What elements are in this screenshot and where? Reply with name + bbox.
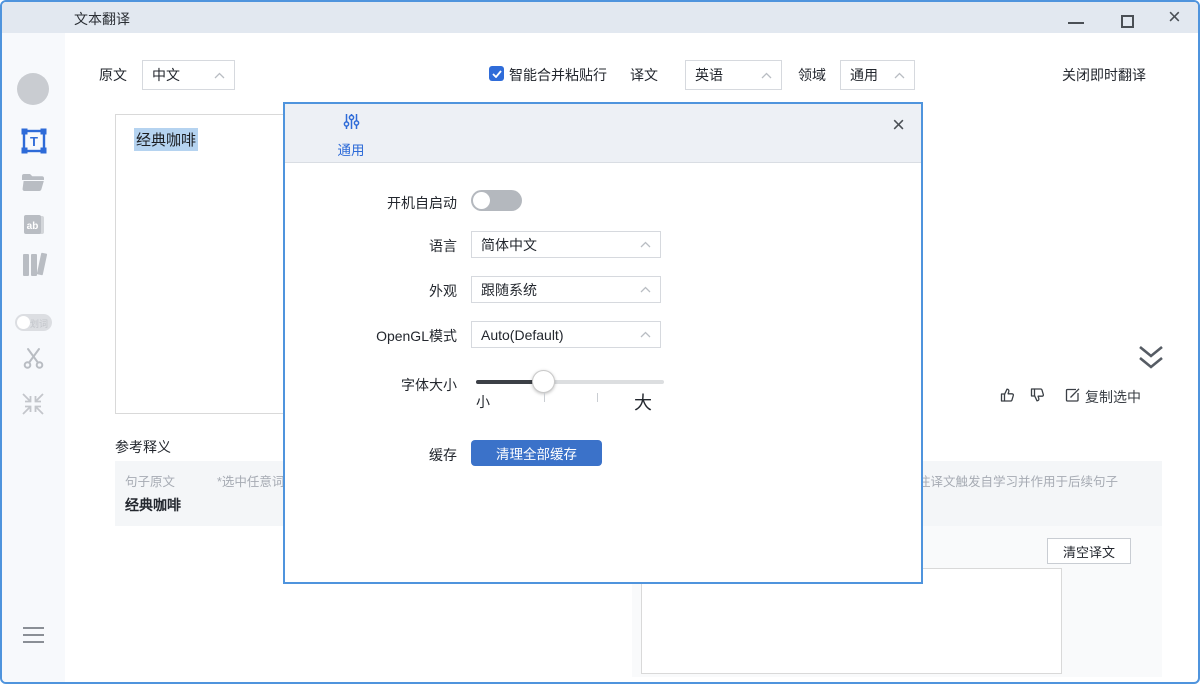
menu-icon[interactable] <box>21 625 46 645</box>
chevron-up-icon <box>640 286 651 293</box>
svg-text:T: T <box>30 134 38 149</box>
appearance-value: 跟随系统 <box>481 280 537 300</box>
language-label: 语言 <box>285 236 457 256</box>
domain-label: 领域 <box>798 65 826 85</box>
tab-general-label: 通用 <box>319 139 383 159</box>
language-value: 简体中文 <box>481 235 537 255</box>
cache-label: 缓存 <box>285 445 457 465</box>
autostart-toggle[interactable] <box>471 190 522 211</box>
slider-tick <box>597 393 598 402</box>
domain-value: 通用 <box>850 65 878 85</box>
scissors-icon[interactable] <box>21 346 46 371</box>
check-icon <box>492 70 502 78</box>
dictionary-icon[interactable]: ab <box>21 212 47 238</box>
source-lang-value: 中文 <box>152 65 180 85</box>
folder-icon[interactable] <box>20 170 46 194</box>
column-sentence-source: 句子原文 <box>125 471 175 490</box>
merge-paste-checkbox[interactable] <box>489 66 504 81</box>
fontsize-slider-fill <box>476 380 536 384</box>
chevron-up-icon <box>640 331 651 338</box>
clear-translation-button[interactable]: 清空译文 <box>1047 538 1131 564</box>
svg-text:ab: ab <box>27 221 39 232</box>
slider-tick <box>544 393 545 402</box>
dialog-close-icon[interactable]: × <box>892 112 905 138</box>
word-lookup-toggle-label: 划词 <box>30 317 48 330</box>
fontsize-label: 字体大小 <box>285 375 457 395</box>
source-lang-dropdown[interactable]: 中文 <box>142 60 235 90</box>
chevron-up-icon <box>214 72 225 79</box>
maximize-icon[interactable] <box>1121 15 1134 28</box>
autostart-label: 开机自启动 <box>285 193 457 213</box>
target-lang-value: 英语 <box>695 65 723 85</box>
source-lang-label: 原文 <box>99 65 127 85</box>
word-lookup-toggle[interactable]: 划词 <box>15 314 52 331</box>
opengl-mode-dropdown[interactable]: Auto(Default) <box>471 321 661 348</box>
app-window: 文本翻译 × T ab 划词 <box>0 0 1200 684</box>
opengl-mode-label: OpenGL模式 <box>285 326 457 346</box>
fontsize-min-label: 小 <box>476 392 490 412</box>
tab-general[interactable]: 通用 <box>319 112 383 159</box>
target-lang-label: 译文 <box>630 65 658 85</box>
source-text-selected[interactable]: 经典咖啡 <box>134 128 198 151</box>
toggle-knob <box>17 316 30 329</box>
expand-double-chevron-icon[interactable] <box>1136 344 1166 372</box>
library-icon[interactable] <box>20 251 48 279</box>
opengl-mode-value: Auto(Default) <box>481 327 563 343</box>
thumbs-down-icon[interactable] <box>1029 386 1047 404</box>
fontsize-max-label: 大 <box>634 389 652 415</box>
collapse-icon[interactable] <box>20 391 46 417</box>
hint-self-learning: 注译文触发自学习并作用于后续句子 <box>918 471 1118 490</box>
chevron-up-icon <box>640 241 651 248</box>
reference-row-text[interactable]: 经典咖啡 <box>125 495 181 515</box>
close-icon[interactable]: × <box>1168 4 1181 30</box>
language-dropdown[interactable]: 简体中文 <box>471 231 661 258</box>
settings-dialog: 通用 × 开机自启动 语言 简体中文 外观 跟随系统 OpenGL模式 Auto… <box>283 102 923 584</box>
text-translate-tool-icon[interactable]: T <box>20 127 48 155</box>
merge-paste-label[interactable]: 智能合并粘贴行 <box>509 65 607 85</box>
appearance-label: 外观 <box>285 281 457 301</box>
avatar[interactable] <box>17 73 49 105</box>
minimize-icon[interactable] <box>1068 22 1084 24</box>
target-lang-dropdown[interactable]: 英语 <box>685 60 782 90</box>
copy-selected-button[interactable]: 复制选中 <box>1085 387 1141 407</box>
toggle-knob <box>473 192 490 209</box>
thumbs-up-icon[interactable] <box>999 386 1017 404</box>
chevron-up-icon <box>761 72 772 79</box>
titlebar: 文本翻译 <box>2 2 1198 33</box>
fontsize-slider-knob[interactable] <box>532 370 555 393</box>
sidebar: T ab 划词 <box>2 33 65 684</box>
appearance-dropdown[interactable]: 跟随系统 <box>471 276 661 303</box>
sliders-icon <box>342 112 361 131</box>
domain-dropdown[interactable]: 通用 <box>840 60 915 90</box>
window-title: 文本翻译 <box>74 9 130 29</box>
chevron-up-icon <box>894 72 905 79</box>
toggle-instant-translate-button[interactable]: 关闭即时翻译 <box>1062 65 1146 85</box>
reference-heading: 参考释义 <box>115 437 171 457</box>
edit-copy-icon[interactable] <box>1064 387 1081 404</box>
dialog-header: 通用 × <box>285 104 921 163</box>
clear-cache-button[interactable]: 清理全部缓存 <box>471 440 602 466</box>
